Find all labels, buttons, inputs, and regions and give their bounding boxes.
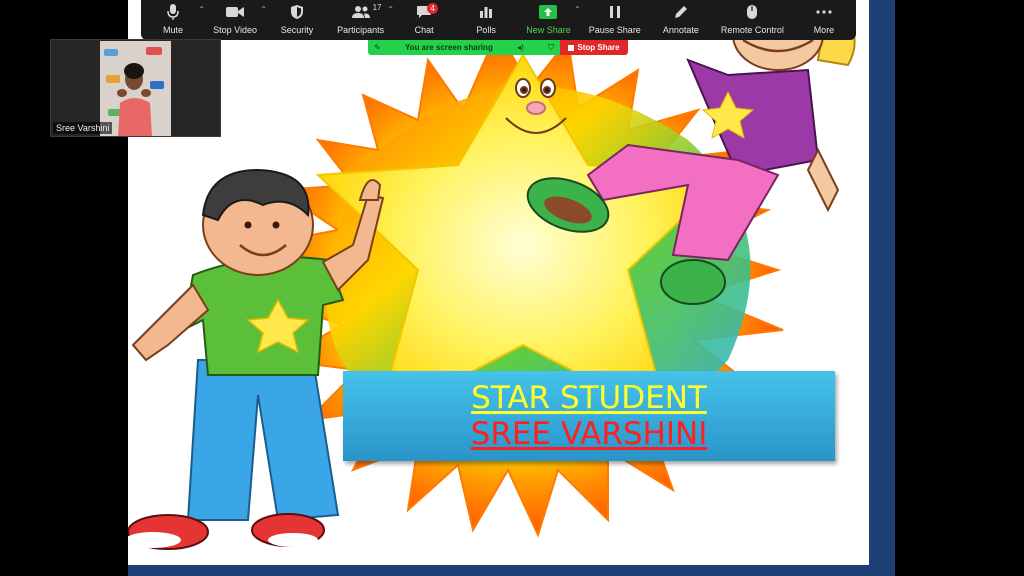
polls-icon — [479, 0, 493, 24]
security-button[interactable]: Security — [271, 0, 323, 40]
microphone-icon — [166, 0, 180, 24]
new-share-icon — [539, 0, 558, 24]
more-button[interactable]: More — [798, 0, 850, 40]
caption-student-name: SREE VARSHINI — [470, 416, 708, 452]
shared-slide: STAR STUDENT SREE VARSHINI — [128, 0, 895, 576]
participant-count: 17 — [372, 3, 382, 12]
polls-button[interactable]: Polls — [460, 0, 512, 40]
annotate-button[interactable]: Annotate — [655, 0, 707, 40]
share-screen-icon: ✎ — [374, 43, 381, 52]
stop-icon — [568, 44, 575, 51]
remote-control-button[interactable]: Remote Control — [717, 0, 788, 40]
shield-icon — [290, 0, 304, 24]
star-student-artwork — [128, 0, 856, 550]
speaker-icon: ◂) — [517, 43, 524, 52]
chevron-up-icon[interactable]: ⌃ — [387, 5, 394, 14]
screen-sharing-bar: ✎ You are screen sharing ◂) ⛉ Stop Share — [368, 40, 628, 55]
participants-button[interactable]: 17 ⌃ Participants — [333, 0, 394, 40]
pause-icon — [609, 0, 621, 24]
meeting-toolbar: ⌃ Mute ⌃ Stop Video Security 17 ⌃ Partic… — [141, 0, 856, 40]
participant-video-tile[interactable]: Sree Varshini — [50, 39, 221, 137]
new-share-button[interactable]: ⌃ New Share — [522, 0, 581, 40]
mouse-icon — [746, 0, 758, 24]
caption-title: STAR STUDENT — [471, 380, 707, 416]
stop-share-button[interactable]: Stop Share — [560, 40, 628, 55]
sharing-status[interactable]: ✎ You are screen sharing ◂) ⛉ — [368, 40, 560, 55]
shield-check-icon: ⛉ — [547, 42, 554, 52]
chat-button[interactable]: 4 Chat — [398, 0, 450, 40]
more-icon — [816, 0, 832, 24]
chevron-up-icon[interactable]: ⌃ — [198, 5, 205, 14]
chat-badge: 4 — [427, 3, 439, 14]
pause-share-button[interactable]: Pause Share — [585, 0, 645, 40]
stop-video-button[interactable]: ⌃ Stop Video — [209, 0, 267, 40]
chevron-up-icon[interactable]: ⌃ — [260, 5, 267, 14]
sharing-status-text: You are screen sharing — [404, 43, 493, 52]
caption-box: STAR STUDENT SREE VARSHINI — [343, 371, 835, 461]
chevron-up-icon[interactable]: ⌃ — [574, 5, 581, 14]
video-camera-icon — [225, 0, 245, 24]
participant-name-label: Sree Varshini — [53, 122, 113, 134]
pencil-icon — [674, 0, 688, 24]
participants-icon — [351, 0, 371, 24]
slide-canvas: STAR STUDENT SREE VARSHINI — [128, 0, 869, 565]
mute-button[interactable]: ⌃ Mute — [147, 0, 205, 40]
